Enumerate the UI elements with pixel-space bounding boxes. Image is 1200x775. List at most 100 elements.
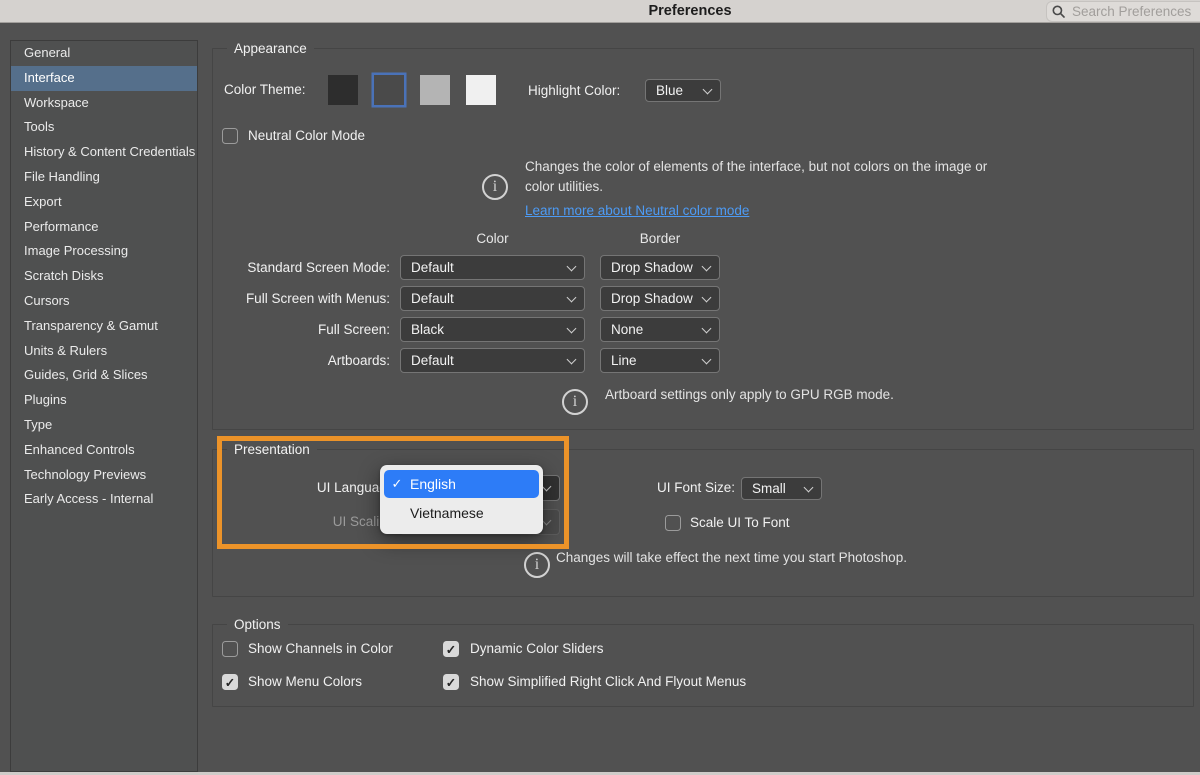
neutral-learn-more-link[interactable]: Learn more about Neutral color mode [525, 203, 749, 218]
border-column-header: Border [600, 231, 720, 246]
artboard-info-text: Artboard settings only apply to GPU RGB … [605, 385, 894, 405]
chevron-down-icon [804, 482, 814, 492]
search-input[interactable] [1070, 3, 1200, 20]
artboards-color-value: Default [411, 353, 454, 368]
sidebar-item-early-access[interactable]: Early Access - Internal [11, 487, 197, 512]
chevron-down-icon [702, 354, 712, 364]
ui-font-size-value: Small [752, 481, 786, 496]
options-legend: Options [227, 617, 288, 632]
neutral-color-mode-label: Neutral Color Mode [248, 128, 365, 143]
color-column-header: Color [400, 231, 585, 246]
scale-ui-to-font-checkbox[interactable]: ✓ [665, 515, 681, 531]
chevron-down-icon [542, 516, 552, 526]
highlight-color-select[interactable]: Blue [645, 79, 721, 102]
chevron-down-icon [567, 354, 577, 364]
standard-screen-mode-color-value: Default [411, 260, 454, 275]
sidebar-item-tools[interactable]: Tools [11, 115, 197, 140]
dynamic-color-sliders-label: Dynamic Color Sliders [470, 641, 604, 656]
full-screen-menus-color-select[interactable]: Default [400, 286, 585, 311]
ui-scaling-label: UI Scaling: [240, 514, 398, 529]
chevron-down-icon [567, 261, 577, 271]
info-icon: i [482, 174, 508, 200]
dynamic-color-sliders-checkbox[interactable]: ✓ [443, 641, 459, 657]
presentation-legend: Presentation [227, 442, 317, 457]
neutral-color-mode-checkbox[interactable]: ✓ [222, 128, 238, 144]
show-menu-colors-checkbox[interactable]: ✓ [222, 674, 238, 690]
sidebar-item-image-processing[interactable]: Image Processing [11, 239, 197, 264]
full-screen-color-select[interactable]: Black [400, 317, 585, 342]
scale-ui-to-font-label: Scale UI To Font [690, 515, 790, 530]
menu-item-label: English [410, 476, 456, 492]
ui-language-label: UI Language: [240, 480, 398, 495]
highlight-color-label: Highlight Color: [528, 83, 620, 98]
show-channels-in-color-label: Show Channels in Color [248, 641, 393, 656]
full-screen-color-value: Black [411, 322, 444, 337]
artboards-border-select[interactable]: Line [600, 348, 720, 373]
chevron-down-icon [567, 323, 577, 333]
full-screen-border-value: None [611, 322, 643, 337]
sidebar-item-file-handling[interactable]: File Handling [11, 165, 197, 190]
color-theme-swatch-black[interactable] [328, 75, 358, 105]
sidebar-item-workspace[interactable]: Workspace [11, 91, 197, 116]
page-title: Preferences [648, 0, 731, 22]
full-screen-label: Full Screen: [212, 322, 390, 337]
artboards-label: Artboards: [212, 353, 390, 368]
show-channels-in-color-checkbox[interactable]: ✓ [222, 641, 238, 657]
highlight-color-value: Blue [656, 83, 683, 98]
show-simplified-right-click-label: Show Simplified Right Click And Flyout M… [470, 674, 746, 689]
sidebar-item-performance[interactable]: Performance [11, 215, 197, 240]
color-theme-label: Color Theme: [224, 82, 306, 97]
standard-screen-mode-label: Standard Screen Mode: [212, 260, 390, 275]
full-screen-menus-border-select[interactable]: Drop Shadow [600, 286, 720, 311]
standard-screen-mode-border-value: Drop Shadow [611, 260, 693, 275]
chevron-down-icon [542, 482, 552, 492]
restart-note-text: Changes will take effect the next time y… [556, 548, 907, 568]
chevron-down-icon [702, 261, 712, 271]
search-icon [1052, 5, 1065, 18]
full-screen-border-select[interactable]: None [600, 317, 720, 342]
artboards-color-select[interactable]: Default [400, 348, 585, 373]
info-icon: i [562, 389, 588, 415]
chevron-down-icon [703, 84, 713, 94]
neutral-info-text: Changes the color of elements of the int… [525, 157, 1020, 196]
sidebar-item-scratch-disks[interactable]: Scratch Disks [11, 264, 197, 289]
ui-language-menu: ✓ English Vietnamese [380, 465, 543, 534]
sidebar-item-transparency-gamut[interactable]: Transparency & Gamut [11, 314, 197, 339]
chevron-down-icon [702, 292, 712, 302]
sidebar-item-technology-previews[interactable]: Technology Previews [11, 463, 197, 488]
color-theme-swatch-white[interactable] [466, 75, 496, 105]
sidebar-item-type[interactable]: Type [11, 413, 197, 438]
ui-font-size-select[interactable]: Small [741, 477, 822, 500]
menu-item-english[interactable]: ✓ English [384, 470, 539, 498]
chevron-down-icon [702, 323, 712, 333]
appearance-legend: Appearance [227, 41, 314, 56]
sidebar-item-cursors[interactable]: Cursors [11, 289, 197, 314]
sidebar-item-export[interactable]: Export [11, 190, 197, 215]
artboards-border-value: Line [611, 353, 637, 368]
sidebar-item-units-rulers[interactable]: Units & Rulers [11, 339, 197, 364]
info-icon: i [524, 552, 550, 578]
preferences-window: Preferences General Interface Workspace … [0, 0, 1200, 775]
chevron-down-icon [567, 292, 577, 302]
show-simplified-right-click-checkbox[interactable]: ✓ [443, 674, 459, 690]
color-theme-swatch-dark-gray[interactable] [374, 75, 404, 105]
menu-item-label: Vietnamese [410, 505, 484, 521]
options-group: Options [212, 617, 1194, 707]
sidebar-item-history[interactable]: History & Content Credentials [11, 140, 197, 165]
sidebar-item-general[interactable]: General [11, 41, 197, 66]
sidebar: General Interface Workspace Tools Histor… [10, 40, 198, 772]
sidebar-item-plugins[interactable]: Plugins [11, 388, 197, 413]
ui-font-size-label: UI Font Size: [600, 480, 735, 495]
full-screen-menus-border-value: Drop Shadow [611, 291, 693, 306]
color-theme-swatch-light-gray[interactable] [420, 75, 450, 105]
sidebar-item-enhanced-controls[interactable]: Enhanced Controls [11, 438, 197, 463]
checkmark-icon: ✓ [384, 476, 410, 492]
search-field[interactable] [1046, 1, 1200, 22]
standard-screen-mode-border-select[interactable]: Drop Shadow [600, 255, 720, 280]
sidebar-item-guides-grid-slices[interactable]: Guides, Grid & Slices [11, 363, 197, 388]
menu-item-vietnamese[interactable]: Vietnamese [384, 499, 539, 527]
full-screen-menus-color-value: Default [411, 291, 454, 306]
sidebar-item-interface[interactable]: Interface [11, 66, 197, 91]
standard-screen-mode-color-select[interactable]: Default [400, 255, 585, 280]
titlebar: Preferences [0, 0, 1200, 23]
